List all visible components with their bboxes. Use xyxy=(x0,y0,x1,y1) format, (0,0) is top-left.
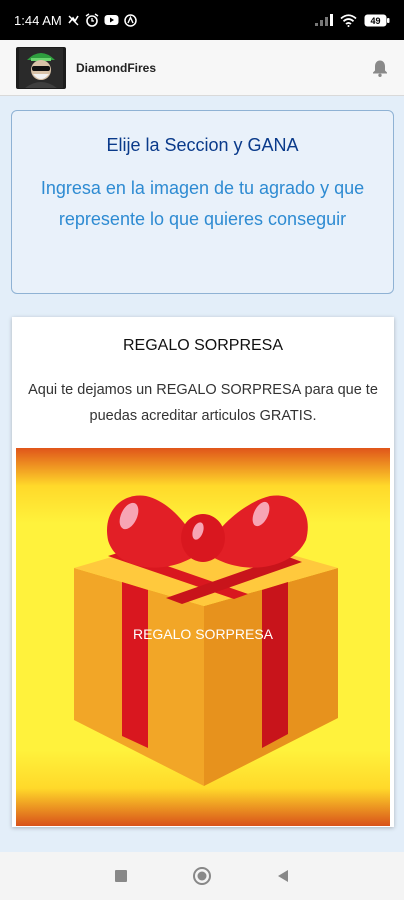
youtube-icon xyxy=(104,14,119,26)
clock: 1:44 AM xyxy=(14,12,62,28)
sync-icon xyxy=(67,14,80,27)
system-nav-bar xyxy=(0,852,404,900)
info-card: Elije la Seccion y GANA Ingresa en la im… xyxy=(11,110,394,294)
vpn-icon xyxy=(123,13,137,27)
battery-icon: 49 xyxy=(364,14,390,27)
bell-icon[interactable] xyxy=(372,59,388,77)
status-bar-right: 49 xyxy=(315,13,390,27)
gift-card[interactable]: REGALO SORPRESA Aqui te dejamos un REGAL… xyxy=(12,317,394,827)
recents-icon[interactable] xyxy=(101,856,141,896)
app-bar: DiamondFires xyxy=(0,40,404,96)
avatar-icon xyxy=(19,47,63,88)
gift-image[interactable]: REGALO SORPRESA xyxy=(16,448,390,826)
status-bar: 1:44 AM 49 xyxy=(0,0,404,40)
wifi-icon xyxy=(340,13,357,27)
home-icon[interactable] xyxy=(182,856,222,896)
status-bar-left: 1:44 AM xyxy=(14,13,137,28)
battery-level: 49 xyxy=(370,16,380,26)
gift-image-label: REGALO SORPRESA xyxy=(132,626,274,642)
info-title: Elije la Seccion y GANA xyxy=(106,135,299,155)
gift-card-title: REGALO SORPRESA xyxy=(122,337,284,354)
user-name: DiamondFires xyxy=(76,60,157,75)
alarm-icon xyxy=(85,13,99,27)
signal-icon xyxy=(315,14,333,26)
main-content: Elije la Seccion y GANA Ingresa en la im… xyxy=(0,97,404,852)
back-icon[interactable] xyxy=(263,856,303,896)
gift-card-description: Aqui te dejamos un REGALO SORPRESA para … xyxy=(28,382,378,424)
info-subtitle: Ingresa en la imagen de tu agrado y que … xyxy=(40,178,365,229)
avatar[interactable] xyxy=(16,46,66,89)
